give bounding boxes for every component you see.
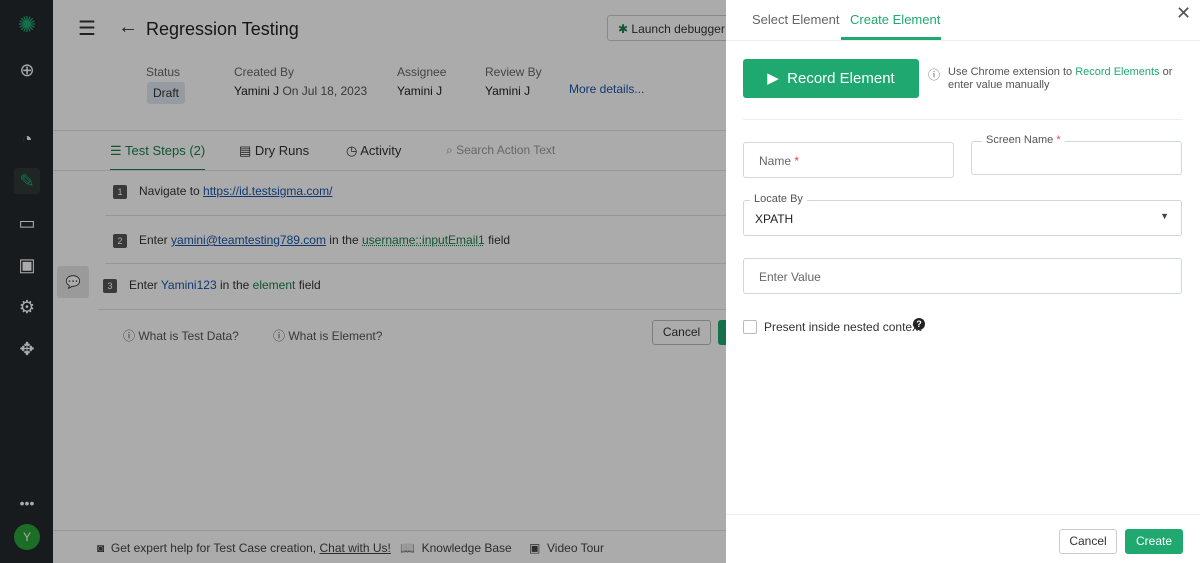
caret-down-icon: ▼ bbox=[1160, 211, 1169, 221]
value-input[interactable]: Enter Value bbox=[743, 258, 1182, 294]
close-icon[interactable]: ✕ bbox=[1176, 3, 1191, 24]
nested-context-checkbox[interactable] bbox=[743, 320, 757, 334]
nested-context-label: Present inside nested context bbox=[764, 320, 922, 334]
record-info: Use Chrome extension to Record Elements … bbox=[948, 66, 1188, 92]
modal-backdrop[interactable] bbox=[0, 0, 726, 563]
record-label: Record Element bbox=[787, 70, 895, 87]
locate-by-value: XPATH bbox=[755, 212, 794, 226]
create-button[interactable]: Create bbox=[1125, 529, 1183, 554]
locate-by-label: Locate By bbox=[750, 193, 807, 205]
screen-name-input[interactable]: Screen Name * bbox=[971, 134, 1182, 175]
element-panel: Select Element Create Element ✕ ▶ Record… bbox=[726, 0, 1200, 563]
screen-name-label: Screen Name * bbox=[982, 134, 1065, 146]
help-circle-icon[interactable]: ? bbox=[913, 318, 925, 330]
info-icon: ⓘ bbox=[928, 68, 941, 82]
tab-create-element[interactable]: Create Element bbox=[850, 12, 940, 27]
value-placeholder: Enter Value bbox=[759, 270, 821, 284]
name-input[interactable]: Name * bbox=[743, 142, 954, 178]
cancel-button[interactable]: Cancel bbox=[1059, 529, 1117, 554]
info-text: Use Chrome extension to bbox=[948, 66, 1073, 78]
record-element-button[interactable]: ▶ Record Element bbox=[743, 59, 919, 98]
name-placeholder: Name * bbox=[759, 154, 800, 168]
tab-select-element[interactable]: Select Element bbox=[752, 12, 839, 27]
play-circle-icon: ▶ bbox=[767, 70, 779, 87]
record-elements-link[interactable]: Record Elements bbox=[1075, 66, 1159, 78]
locate-by-select[interactable]: Locate By XPATH ▼ bbox=[743, 193, 1182, 236]
